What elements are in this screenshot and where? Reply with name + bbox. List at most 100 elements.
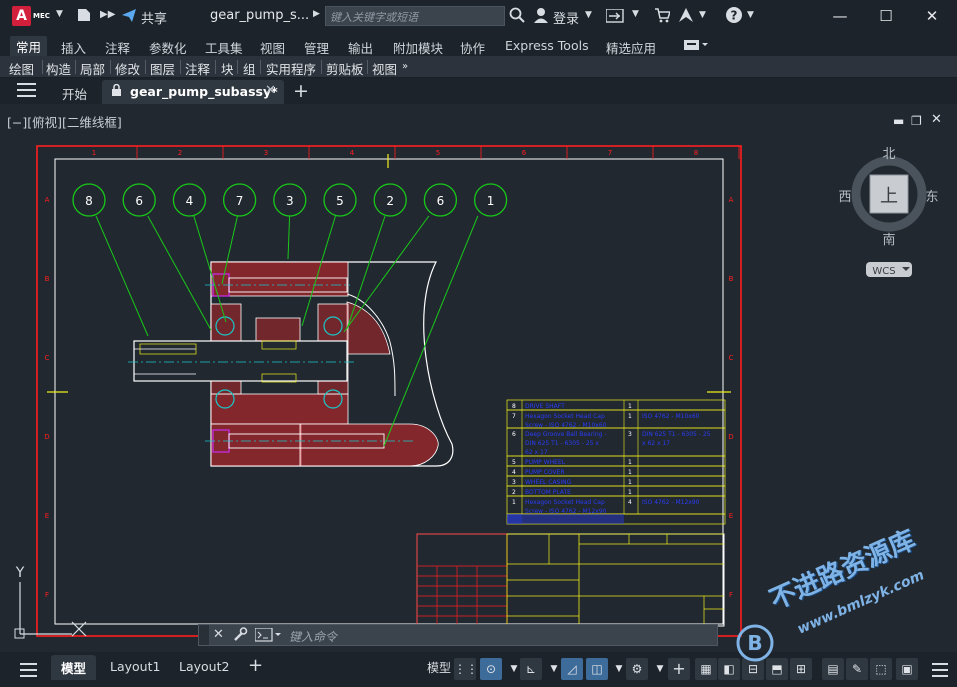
panel-construct[interactable]: 构造 bbox=[46, 59, 71, 78]
help-icon[interactable]: ? bbox=[725, 6, 743, 27]
exchange-icon[interactable] bbox=[605, 8, 624, 26]
share-button[interactable]: 共享 bbox=[141, 8, 167, 27]
panel-modify[interactable]: 修改 bbox=[115, 59, 140, 78]
snap-mode-icon[interactable]: ⊙ bbox=[480, 658, 502, 680]
tab-express-tools[interactable]: Express Tools bbox=[505, 38, 589, 53]
login-button[interactable]: 登录 bbox=[553, 8, 579, 27]
tab-parametric[interactable]: 参数化 bbox=[149, 38, 187, 57]
ortho-icon[interactable]: ⊾ bbox=[520, 658, 542, 680]
wcs-label[interactable]: WCS bbox=[872, 266, 895, 277]
tab-home[interactable]: 常用 bbox=[10, 36, 48, 57]
title-expand-icon[interactable]: ▶ bbox=[313, 9, 320, 19]
model-space-button[interactable]: 模型 bbox=[427, 659, 451, 676]
new-tab-icon[interactable]: + bbox=[293, 80, 309, 102]
layout-menu-icon[interactable] bbox=[20, 663, 37, 677]
settings-gear-icon[interactable]: ⚙ bbox=[626, 658, 648, 680]
panel-block[interactable]: 块 bbox=[221, 59, 234, 78]
help-dropdown-icon[interactable]: ▼ bbox=[747, 10, 754, 20]
tab-addins[interactable]: 附加模块 bbox=[393, 38, 443, 57]
units-icon[interactable]: ▤ bbox=[822, 658, 844, 680]
autodesk-dropdown-icon[interactable]: ▼ bbox=[699, 10, 706, 20]
grid-icon[interactable]: ⋮⋮ bbox=[454, 658, 478, 680]
customize-wrench-icon[interactable] bbox=[232, 626, 248, 645]
viewcube-top-face[interactable]: 上 bbox=[880, 186, 898, 207]
panel-utilities[interactable]: 实用程序 bbox=[266, 59, 316, 78]
border-letter-left: C bbox=[45, 354, 50, 362]
user-icon[interactable] bbox=[533, 7, 549, 26]
tab-output[interactable]: 输出 bbox=[348, 38, 373, 57]
exchange-dropdown-icon[interactable]: ▼ bbox=[632, 9, 639, 19]
more-tools-icon[interactable]: ▶▶ bbox=[100, 9, 115, 20]
hamburger-menu-icon[interactable] bbox=[17, 83, 36, 97]
object-tracking-icon[interactable]: ◫ bbox=[586, 658, 608, 680]
tab-toolsets[interactable]: 工具集 bbox=[205, 38, 243, 57]
tab-start[interactable]: 开始 bbox=[62, 84, 87, 103]
customize-menu-icon[interactable] bbox=[932, 663, 948, 677]
tab-collaborate[interactable]: 协作 bbox=[460, 38, 485, 57]
parts-item-number: 4 bbox=[512, 469, 516, 476]
minimize-icon[interactable]: — bbox=[825, 4, 855, 28]
parts-spec: x 62 x 17 bbox=[642, 440, 670, 447]
command-line-grip[interactable] bbox=[199, 625, 209, 645]
close-tab-icon[interactable]: ✕ bbox=[265, 83, 276, 98]
lock-ui-icon[interactable]: ⊟ bbox=[742, 658, 764, 680]
drawing-viewport[interactable]: [−][俯视][二维线框] ▬ ❐ ✕ AABBCCDDEEFF12345678 bbox=[0, 104, 957, 652]
viewcube-north[interactable]: 北 bbox=[882, 147, 895, 162]
panel-clipboard[interactable]: 剪贴板 bbox=[326, 59, 364, 78]
autodesk-icon[interactable] bbox=[677, 6, 695, 27]
border-letter-right: E bbox=[729, 512, 733, 520]
quick-properties-icon[interactable]: ✎ bbox=[846, 658, 868, 680]
file-tab-active[interactable]: gear_pump_subassy* ✕ bbox=[102, 80, 284, 104]
viewcube-west[interactable]: 西 bbox=[838, 190, 851, 205]
panel-detail[interactable]: 局部 bbox=[80, 59, 105, 78]
graphics-performance-icon[interactable]: ▣ bbox=[896, 658, 918, 680]
tab-manage[interactable]: 管理 bbox=[304, 38, 329, 57]
share-icon[interactable] bbox=[121, 7, 137, 26]
new-file-icon[interactable] bbox=[77, 8, 91, 25]
panel-groups[interactable]: 组 bbox=[243, 59, 256, 78]
panel-draw[interactable]: 绘图 bbox=[9, 59, 34, 78]
tab-annotate[interactable]: 注释 bbox=[105, 38, 130, 57]
hardware-acceleration-icon[interactable]: ⬒ bbox=[766, 658, 788, 680]
annotation-plus-icon[interactable]: + bbox=[668, 658, 690, 680]
command-input[interactable]: 键入命令 bbox=[289, 628, 337, 645]
login-dropdown-icon[interactable]: ▼ bbox=[585, 10, 592, 20]
workspace-icon[interactable]: ▦ bbox=[695, 658, 717, 680]
maximize-icon[interactable]: ☐ bbox=[871, 4, 901, 28]
cart-icon[interactable] bbox=[654, 7, 672, 26]
isolate-objects-icon[interactable]: ◧ bbox=[718, 658, 740, 680]
border-letter-left: F bbox=[45, 591, 49, 599]
tab-layout1[interactable]: Layout1 bbox=[110, 659, 160, 674]
app-menu-dropdown-icon[interactable]: ▼ bbox=[56, 9, 63, 19]
panel-layers[interactable]: 图层 bbox=[150, 59, 175, 78]
command-line[interactable]: ✕ 键入命令 bbox=[198, 624, 718, 646]
tab-featured-apps[interactable]: 精选应用 bbox=[606, 38, 656, 57]
command-prompt-icon[interactable] bbox=[254, 627, 281, 645]
viewcube-south[interactable]: 南 bbox=[882, 232, 895, 248]
close-command-icon[interactable]: ✕ bbox=[213, 627, 224, 642]
border-letter-right: D bbox=[728, 433, 733, 441]
sheet-outer-border bbox=[36, 145, 742, 637]
border-letter-left: D bbox=[44, 433, 49, 441]
ribbon-display-icon[interactable] bbox=[684, 39, 708, 54]
border-number-top: 7 bbox=[608, 149, 612, 157]
selection-cycling-icon[interactable]: ⬚ bbox=[870, 658, 892, 680]
tab-model[interactable]: 模型 bbox=[51, 655, 97, 680]
viewcube-east[interactable]: 东 bbox=[925, 190, 938, 205]
search-icon[interactable] bbox=[509, 7, 525, 26]
tab-layout2[interactable]: Layout2 bbox=[179, 659, 229, 674]
new-layout-icon[interactable]: + bbox=[248, 655, 263, 676]
panel-separator bbox=[42, 60, 43, 74]
parts-item-number: 6 bbox=[512, 431, 516, 438]
close-icon[interactable]: ✕ bbox=[917, 4, 947, 28]
panel-view[interactable]: 视图 bbox=[372, 59, 397, 78]
osnap-icon[interactable]: ◿ bbox=[561, 658, 583, 680]
clean-screen-icon[interactable]: ⊞ bbox=[790, 658, 812, 680]
viewcube[interactable]: 上 北 南 东 西 WCS bbox=[838, 147, 939, 277]
search-input[interactable]: 键入关键字或短语 bbox=[325, 6, 505, 26]
panel-expand-icon[interactable]: » bbox=[402, 61, 408, 72]
tab-view[interactable]: 视图 bbox=[260, 38, 285, 57]
tab-insert[interactable]: 插入 bbox=[61, 38, 86, 57]
app-logo[interactable]: A MEC bbox=[12, 6, 52, 26]
panel-annotation[interactable]: 注释 bbox=[185, 59, 210, 78]
